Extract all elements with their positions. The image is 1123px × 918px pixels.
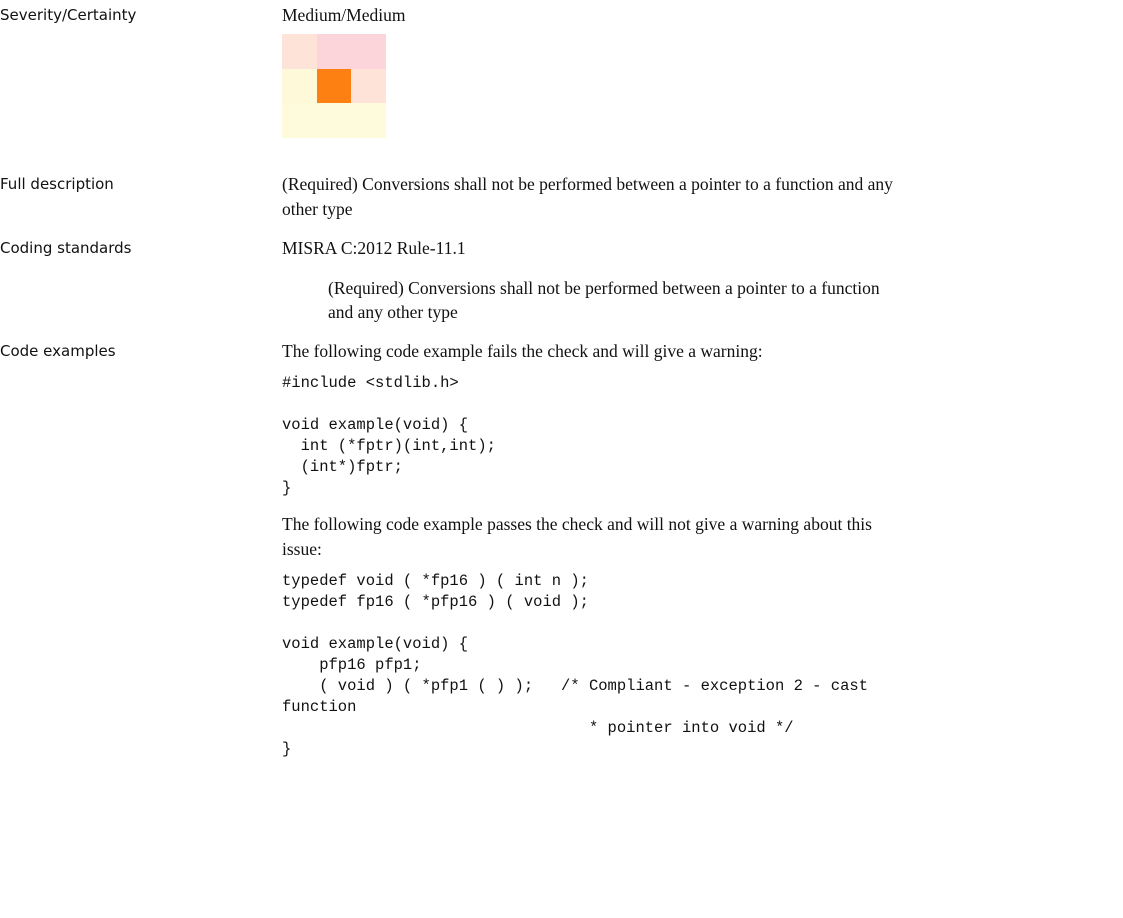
severity-matrix-cell	[351, 34, 386, 69]
severity-matrix-cell	[316, 34, 352, 69]
full-description-line-1: (Required) Conversions shall not be perf…	[282, 174, 893, 194]
coding-standard-detail-line-1: (Required) Conversions shall not be perf…	[328, 278, 880, 298]
fail-code-block: #include <stdlib.h> void example(void) {…	[282, 374, 496, 497]
full-description-label: Full description	[0, 175, 114, 193]
severity-matrix-cell	[282, 34, 317, 69]
coding-standard-detail-line-2: and any other type	[328, 302, 458, 322]
coding-standard-name: MISRA C:2012 Rule-11.1	[282, 238, 466, 258]
fail-example-intro: The following code example fails the che…	[282, 341, 763, 361]
code-examples-label: Code examples	[0, 342, 116, 360]
severity-matrix-cell	[351, 68, 386, 104]
coding-standards-label: Coding standards	[0, 239, 132, 257]
pass-code-block: typedef void ( *fp16 ) ( int n ); typede…	[282, 572, 868, 758]
pass-example-intro-line-1: The following code example passes the ch…	[282, 514, 872, 534]
severity-matrix-icon	[282, 34, 386, 138]
severity-matrix-cell	[282, 68, 317, 104]
full-description-line-2: other type	[282, 199, 353, 219]
severity-certainty-label: Severity/Certainty	[0, 6, 137, 24]
severity-matrix-cell	[282, 103, 317, 138]
severity-certainty-value: Medium/Medium	[282, 5, 406, 25]
severity-matrix-cell	[316, 103, 352, 138]
pass-example-intro-line-2: issue:	[282, 539, 322, 559]
severity-matrix-cell	[316, 68, 352, 104]
severity-matrix-cell	[351, 103, 386, 138]
